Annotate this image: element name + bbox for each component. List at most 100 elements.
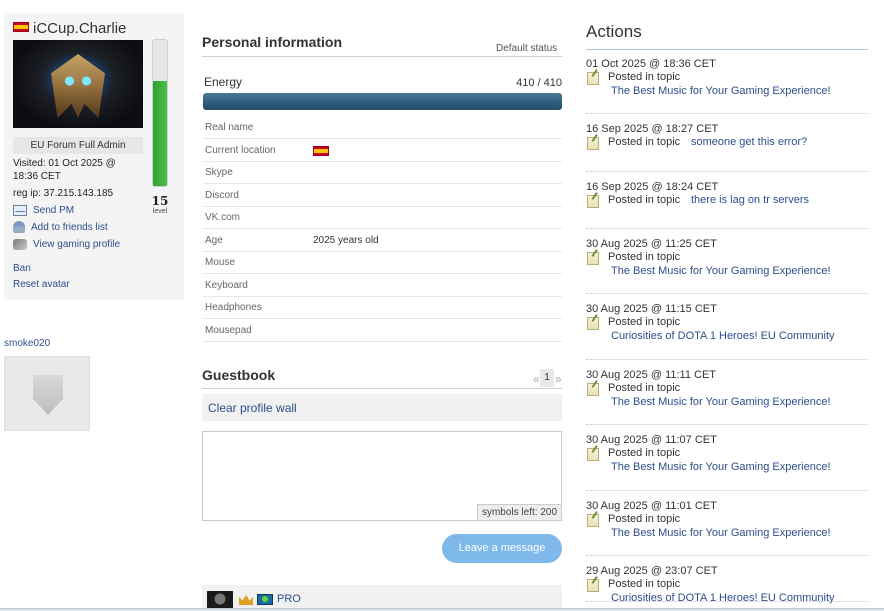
action-timestamp: 16 Sep 2025 @ 18:24 CET bbox=[586, 181, 719, 193]
guestbook-divider bbox=[202, 388, 562, 389]
action-topic-link[interactable]: Curiosities of DOTA 1 Heroes! EU Communi… bbox=[611, 592, 835, 604]
note-edit-icon bbox=[587, 579, 599, 592]
action-timestamp: 30 Aug 2025 @ 11:15 CET bbox=[586, 303, 717, 315]
avatar-eyes-art bbox=[61, 76, 95, 86]
friend-name-link[interactable]: smoke020 bbox=[4, 338, 50, 349]
action-timestamp: 30 Aug 2025 @ 11:01 CET bbox=[586, 500, 717, 512]
info-row-label: Mousepad bbox=[205, 324, 252, 336]
registration-ip: reg ip: 37.215.143.185 bbox=[13, 188, 114, 199]
action-item: 30 Aug 2025 @ 11:11 CET Posted in topic Th… bbox=[586, 369, 868, 425]
level-progress-bar bbox=[152, 39, 168, 187]
rank-badge: EU Forum Full Admin bbox=[13, 137, 143, 154]
note-edit-icon bbox=[587, 317, 599, 330]
note-edit-icon bbox=[587, 514, 599, 527]
info-row-value: 2025 years old bbox=[313, 234, 379, 246]
info-row: Discord bbox=[203, 185, 562, 207]
action-timestamp: 30 Aug 2025 @ 11:11 CET bbox=[586, 369, 717, 381]
action-topic-link[interactable]: The Best Music for Your Gaming Experienc… bbox=[611, 527, 831, 539]
note-edit-icon bbox=[587, 195, 599, 208]
add-friend-label: Add to friends list bbox=[31, 221, 108, 233]
action-topic-link[interactable]: The Best Music for Your Gaming Experienc… bbox=[611, 265, 831, 277]
level-number: 15 bbox=[151, 194, 169, 208]
action-topic-link[interactable]: The Best Music for Your Gaming Experienc… bbox=[611, 85, 831, 97]
info-row-label: Skype bbox=[205, 167, 233, 178]
action-posted-label: Posted in topic bbox=[608, 316, 681, 328]
note-edit-icon bbox=[587, 383, 599, 396]
last-visited: Visited: 01 Oct 2025 @ 18:36 CET bbox=[13, 158, 116, 182]
info-row: Real name bbox=[203, 117, 562, 139]
reset-avatar-link[interactable]: Reset avatar bbox=[13, 279, 70, 290]
symbols-left-counter: symbols left: 200 bbox=[477, 504, 561, 520]
energy-value: 410 / 410 bbox=[516, 77, 562, 89]
action-timestamp: 29 Aug 2025 @ 23:07 CET bbox=[586, 565, 718, 577]
leave-message-button[interactable]: Leave a message bbox=[442, 534, 562, 563]
view-gaming-profile-label: View gaming profile bbox=[33, 239, 121, 250]
action-topic-link[interactable]: someone get this error? bbox=[691, 136, 807, 148]
action-posted-label: Posted in topic bbox=[608, 251, 681, 263]
info-row-label: Mouse bbox=[205, 257, 236, 268]
send-pm-link[interactable]: Send PM bbox=[13, 205, 74, 216]
pager-next-button[interactable]: » bbox=[555, 372, 562, 386]
info-row-label: Real name bbox=[205, 122, 254, 133]
user-add-icon bbox=[13, 221, 25, 233]
level-label: level bbox=[152, 208, 168, 215]
personal-info-title: Personal information bbox=[202, 34, 343, 50]
energy-bar bbox=[203, 93, 562, 110]
guestbook-title: Guestbook bbox=[202, 367, 276, 383]
pager-prev-button[interactable]: « bbox=[533, 372, 540, 386]
note-edit-icon bbox=[587, 137, 599, 150]
info-row: Age 2025 years old bbox=[203, 230, 562, 252]
friend-avatar[interactable] bbox=[4, 356, 90, 431]
pager-current-page[interactable]: 1 bbox=[540, 369, 554, 387]
action-posted-label: Posted in topic bbox=[608, 382, 681, 394]
action-topic-link[interactable]: The Best Music for Your Gaming Experienc… bbox=[611, 461, 831, 473]
default-status: Default status bbox=[496, 43, 558, 54]
action-timestamp: 16 Sep 2025 @ 18:27 CET bbox=[586, 123, 719, 135]
personal-info-divider bbox=[202, 56, 562, 57]
action-posted-label: Posted in topic bbox=[608, 136, 681, 148]
info-row-label: Keyboard bbox=[205, 279, 248, 291]
action-topic-link[interactable]: Curiosities of DOTA 1 Heroes! EU Communi… bbox=[611, 330, 835, 342]
action-item: 30 Aug 2025 @ 11:25 CET Posted in topic Th… bbox=[586, 238, 868, 294]
info-row-label: Age bbox=[205, 234, 223, 246]
action-item: 01 Oct 2025 @ 18:36 CET Posted in topic Th… bbox=[586, 58, 868, 114]
action-item: 30 Aug 2025 @ 11:01 CET Posted in topic Th… bbox=[586, 500, 868, 556]
action-timestamp: 01 Oct 2025 @ 18:36 CET bbox=[586, 58, 716, 70]
note-edit-icon bbox=[587, 252, 599, 265]
actions-title: Actions bbox=[586, 22, 642, 41]
view-gaming-profile-link[interactable]: View gaming profile bbox=[13, 239, 120, 250]
energy-bar-fill bbox=[203, 93, 562, 110]
clear-profile-wall-bar: Clear profile wall bbox=[202, 394, 562, 421]
profile-avatar[interactable] bbox=[13, 40, 143, 128]
info-row: Skype bbox=[203, 162, 562, 184]
info-row: VK.com bbox=[203, 207, 562, 229]
envelope-icon bbox=[13, 205, 27, 216]
action-posted-label: Posted in topic bbox=[608, 578, 681, 590]
action-timestamp: 30 Aug 2025 @ 11:25 CET bbox=[586, 238, 717, 250]
default-avatar-shield-icon bbox=[33, 375, 63, 415]
send-pm-label: Send PM bbox=[33, 205, 75, 216]
note-edit-icon bbox=[587, 448, 599, 461]
action-topic-link[interactable]: there is lag on tr servers bbox=[691, 194, 809, 206]
info-row: Keyboard bbox=[203, 275, 562, 297]
guestbook-entry-author-link[interactable]: PRO bbox=[277, 593, 301, 605]
avatar-helmet-art bbox=[51, 54, 105, 118]
ban-link[interactable]: Ban bbox=[13, 263, 31, 274]
action-topic-link[interactable]: The Best Music for Your Gaming Experienc… bbox=[611, 396, 831, 408]
action-posted-label: Posted in topic bbox=[608, 513, 681, 525]
note-edit-icon bbox=[587, 72, 599, 85]
add-friend-link[interactable]: Add to friends list bbox=[13, 221, 108, 233]
gamepad-icon bbox=[13, 239, 27, 250]
info-row: Current location bbox=[203, 140, 562, 162]
action-item: 30 Aug 2025 @ 11:07 CET Posted in topic Th… bbox=[586, 434, 868, 491]
action-posted-label: Posted in topic bbox=[608, 71, 681, 83]
energy-label: Energy bbox=[204, 75, 243, 89]
spain-flag-icon bbox=[313, 145, 329, 156]
info-row: Mouse bbox=[203, 252, 562, 274]
clear-profile-wall-link[interactable]: Clear profile wall bbox=[208, 401, 297, 415]
crown-icon bbox=[239, 595, 253, 605]
info-row: Headphones bbox=[203, 297, 562, 319]
action-item: 16 Sep 2025 @ 18:27 CET Posted in topic so… bbox=[586, 123, 868, 172]
action-item: 16 Sep 2025 @ 18:24 CET Posted in topic th… bbox=[586, 181, 868, 229]
action-item: 29 Aug 2025 @ 23:07 CET Posted in topic Cu… bbox=[586, 565, 868, 604]
